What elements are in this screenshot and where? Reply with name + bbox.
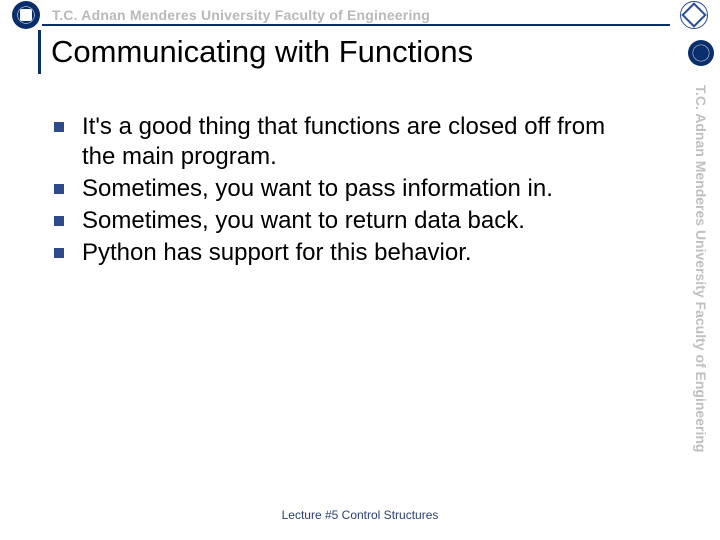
slide-title: Communicating with Functions — [51, 34, 473, 70]
bullet-text: Python has support for this behavior. — [82, 238, 472, 268]
bullet-text: It's a good thing that functions are clo… — [82, 112, 640, 172]
faculty-seal-icon — [680, 1, 708, 29]
list-item: It's a good thing that functions are clo… — [54, 112, 640, 172]
bullet-list: It's a good thing that functions are clo… — [54, 112, 640, 270]
header-divider — [42, 24, 670, 26]
list-item: Sometimes, you want to pass information … — [54, 174, 640, 204]
square-bullet-icon — [54, 216, 64, 226]
university-crest-icon — [12, 1, 40, 29]
side-institution-text: T.C. Adnan Menderes University Faculty o… — [693, 85, 709, 452]
list-item: Python has support for this behavior. — [54, 238, 640, 268]
square-bullet-icon — [54, 122, 64, 132]
bullet-text: Sometimes, you want to pass information … — [82, 174, 553, 204]
square-bullet-icon — [54, 248, 64, 258]
square-bullet-icon — [54, 184, 64, 194]
side-watermark: T.C. Adnan Menderes University Faculty o… — [684, 40, 718, 530]
slide-footer: Lecture #5 Control Structures — [0, 508, 720, 522]
list-item: Sometimes, you want to return data back. — [54, 206, 640, 236]
header-institution-text: T.C. Adnan Menderes University Faculty o… — [52, 7, 680, 23]
bullet-text: Sometimes, you want to return data back. — [82, 206, 525, 236]
title-container: Communicating with Functions — [38, 30, 660, 74]
university-crest-icon — [688, 40, 714, 66]
